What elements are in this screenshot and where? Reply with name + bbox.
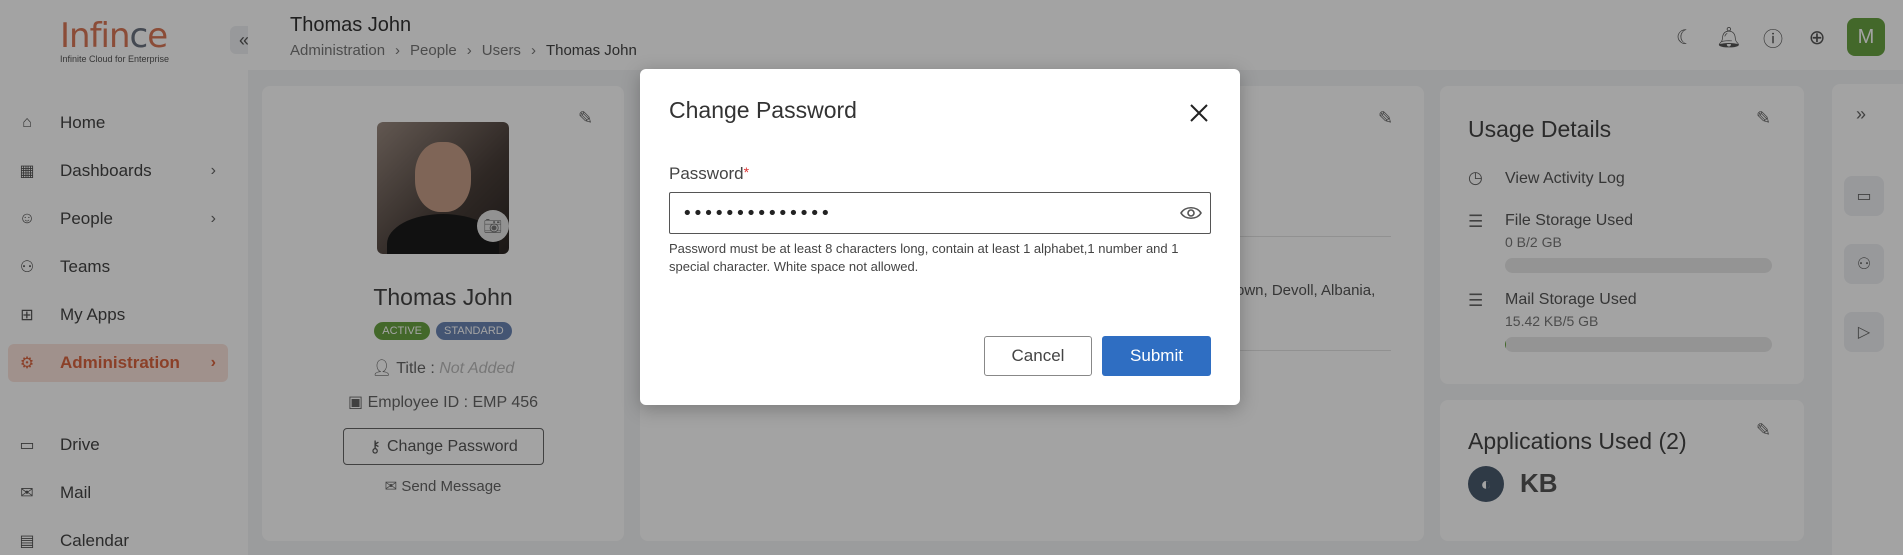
password-field[interactable] [669,192,1211,234]
dialog-title: Change Password [669,97,857,123]
eye-icon[interactable] [1178,200,1204,226]
password-label: Password* [669,164,750,183]
cancel-button[interactable]: Cancel [984,336,1092,376]
submit-button[interactable]: Submit [1102,336,1211,376]
change-password-dialog: Change Password Password* Password must … [640,69,1240,405]
close-icon[interactable] [1185,99,1213,127]
password-hint: Password must be at least 8 characters l… [669,241,1179,274]
required-mark: * [743,164,750,180]
